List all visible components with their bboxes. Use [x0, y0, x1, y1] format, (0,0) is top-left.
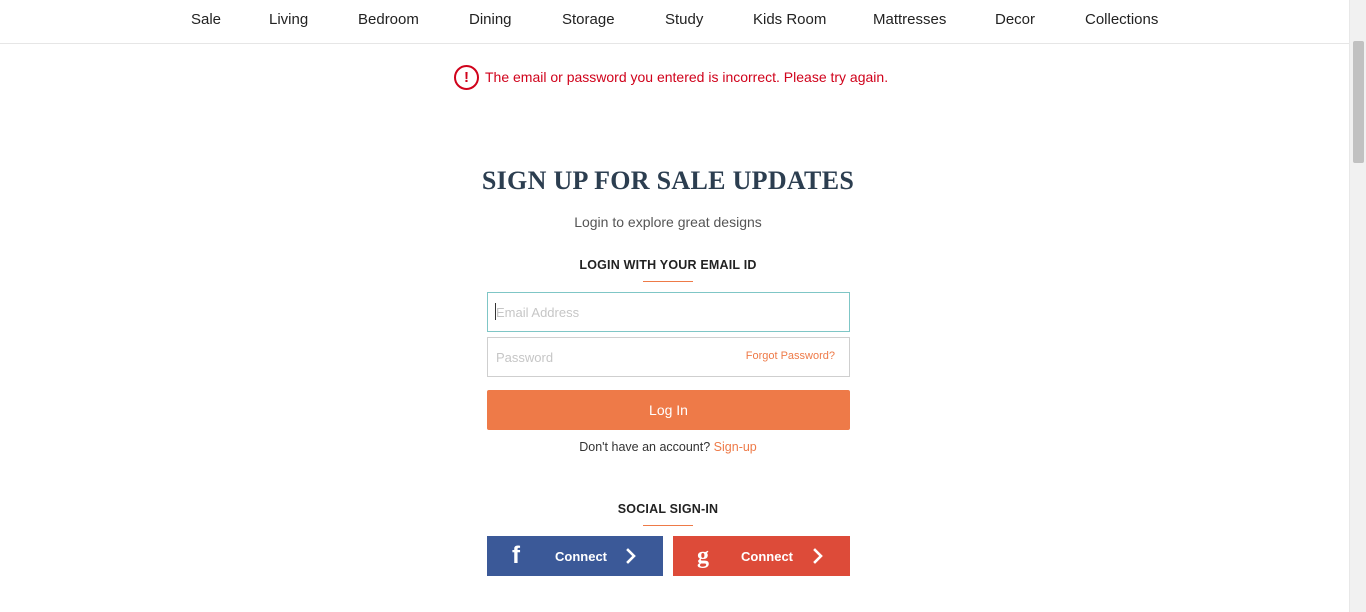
nav-item-sale[interactable]: Sale: [191, 11, 221, 28]
google-icon: g: [697, 543, 709, 569]
facebook-connect-label: Connect: [555, 549, 607, 564]
nav-item-study[interactable]: Study: [665, 11, 703, 28]
nav-item-storage[interactable]: Storage: [562, 11, 615, 28]
alert-icon: !: [454, 64, 479, 90]
google-connect-button[interactable]: g Connect: [673, 536, 850, 576]
email-login-heading: LOGIN WITH YOUR EMAIL ID: [579, 258, 757, 272]
page-title: SIGN UP FOR SALE UPDATES: [481, 166, 855, 195]
nav-item-bedroom[interactable]: Bedroom: [358, 11, 419, 28]
nav-item-living[interactable]: Living: [269, 11, 308, 28]
no-account-text: Don't have an account?: [579, 440, 711, 454]
top-navigation: Sale Living Bedroom Dining Storage Study…: [0, 0, 1349, 44]
error-text: The email or password you entered is inc…: [485, 69, 889, 85]
error-message: ! The email or password you entered is i…: [454, 64, 888, 90]
facebook-icon: f: [512, 542, 520, 569]
page-subtitle: Login to explore great designs: [574, 214, 762, 230]
nav-item-mattresses[interactable]: Mattresses: [873, 11, 946, 28]
social-signin-heading: SOCIAL SIGN-IN: [617, 502, 719, 516]
email-login-divider: [643, 281, 693, 282]
chevron-right-icon: [626, 548, 636, 564]
signup-prompt: Don't have an account? Sign-up: [0, 440, 1336, 454]
social-signin-divider: [643, 525, 693, 526]
scrollbar-thumb[interactable]: [1353, 41, 1364, 163]
forgot-password-link[interactable]: Forgot Password?: [746, 350, 835, 362]
google-connect-label: Connect: [741, 549, 793, 564]
nav-item-collections[interactable]: Collections: [1085, 11, 1158, 28]
nav-item-kids-room[interactable]: Kids Room: [753, 11, 826, 28]
chevron-right-icon: [813, 548, 823, 564]
facebook-connect-button[interactable]: f Connect: [487, 536, 663, 576]
page-scrollbar[interactable]: [1349, 0, 1366, 612]
text-cursor: [495, 303, 496, 320]
signup-link[interactable]: Sign-up: [714, 440, 757, 454]
login-button[interactable]: Log In: [487, 390, 850, 430]
email-input[interactable]: [488, 293, 849, 331]
email-field[interactable]: [487, 292, 850, 332]
nav-item-decor[interactable]: Decor: [995, 11, 1035, 28]
nav-item-dining[interactable]: Dining: [469, 11, 512, 28]
password-field[interactable]: Forgot Password?: [487, 337, 850, 377]
